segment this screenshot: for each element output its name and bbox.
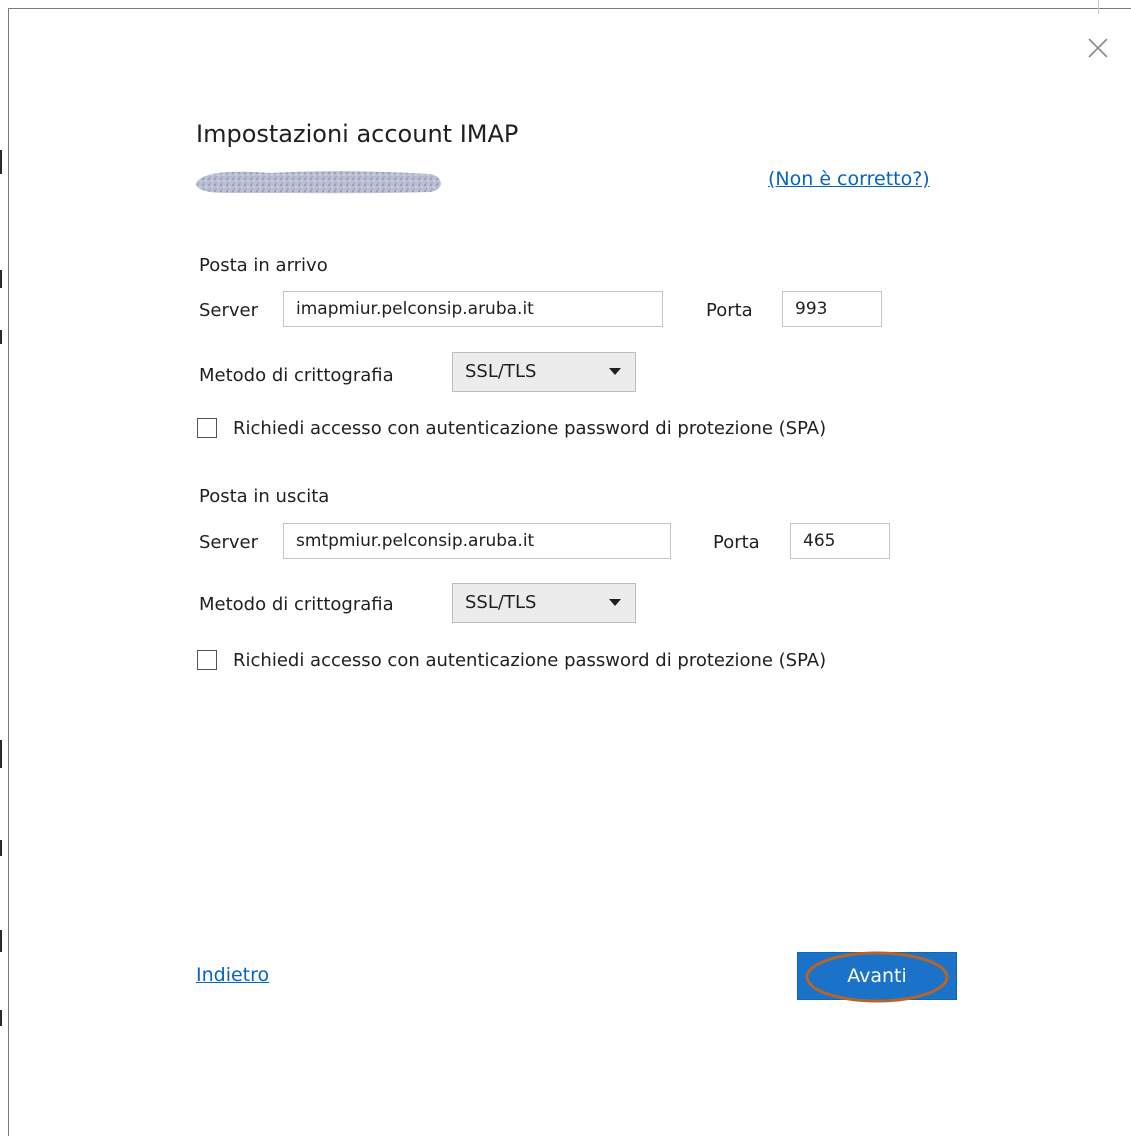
chevron-down-icon xyxy=(609,599,621,606)
incoming-encryption-label: Metodo di crittografia xyxy=(199,365,394,386)
dialog-title: Impostazioni account IMAP xyxy=(196,120,519,148)
outgoing-encryption-label: Metodo di crittografia xyxy=(199,594,394,615)
incoming-encryption-select[interactable]: SSL/TLS xyxy=(452,352,636,392)
outgoing-port-input[interactable] xyxy=(790,523,890,559)
outgoing-spa-checkbox[interactable] xyxy=(197,650,217,670)
redacted-account-email xyxy=(190,166,446,196)
close-button[interactable] xyxy=(1083,33,1113,63)
incoming-spa-label[interactable]: Richiedi accesso con autenticazione pass… xyxy=(233,418,826,439)
outgoing-encryption-select[interactable]: SSL/TLS xyxy=(452,583,636,623)
imap-settings-dialog xyxy=(8,8,1131,1136)
incoming-section-label: Posta in arrivo xyxy=(199,255,328,276)
outgoing-server-label: Server xyxy=(199,532,259,553)
window-divider xyxy=(1098,0,1099,14)
close-icon xyxy=(1088,38,1108,58)
incoming-port-label: Porta xyxy=(706,300,753,321)
not-correct-link[interactable]: (Non è corretto?) xyxy=(768,168,930,190)
outgoing-encryption-value: SSL/TLS xyxy=(465,592,537,613)
outgoing-server-input[interactable] xyxy=(283,523,671,559)
next-button[interactable]: Avanti xyxy=(797,952,957,1000)
incoming-spa-checkbox[interactable] xyxy=(197,418,217,438)
chevron-down-icon xyxy=(609,368,621,375)
outgoing-port-label: Porta xyxy=(713,532,760,553)
incoming-port-input[interactable] xyxy=(782,291,882,327)
window-edge xyxy=(0,0,8,1136)
back-link[interactable]: Indietro xyxy=(196,964,269,986)
incoming-server-label: Server xyxy=(199,300,259,321)
incoming-encryption-value: SSL/TLS xyxy=(465,361,537,382)
outgoing-spa-label[interactable]: Richiedi accesso con autenticazione pass… xyxy=(233,650,826,671)
outgoing-section-label: Posta in uscita xyxy=(199,486,330,507)
incoming-server-input[interactable] xyxy=(283,291,663,327)
